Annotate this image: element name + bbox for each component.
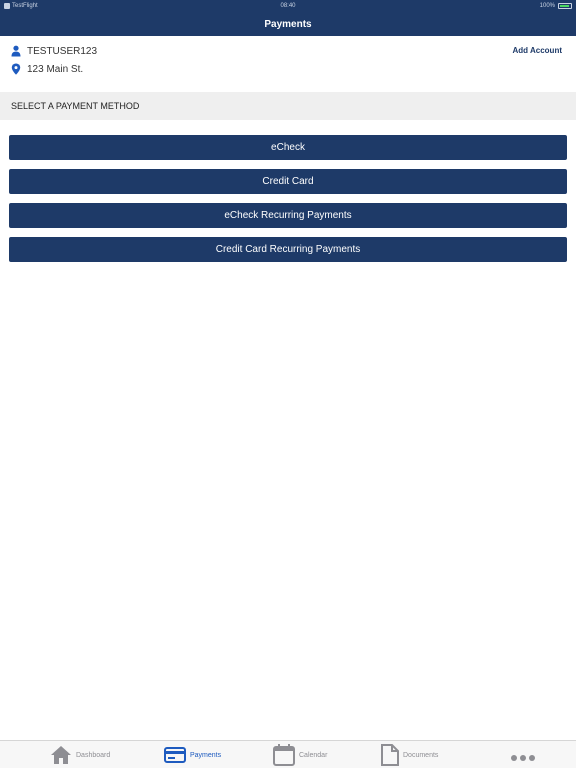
add-account-button[interactable]: Add Account	[513, 46, 562, 55]
credit-card-button-label: Credit Card	[262, 176, 314, 187]
echeck-button-label: eCheck	[271, 142, 305, 153]
account-user-row: TESTUSER123	[11, 45, 97, 57]
location-pin-icon	[11, 63, 21, 75]
tab-documents[interactable]: Documents	[381, 741, 438, 768]
tab-payments-label: Payments	[190, 751, 222, 759]
battery-percent: 100%	[539, 3, 555, 9]
status-app-label: TestFlight	[12, 3, 38, 9]
tab-calendar[interactable]: Calendar	[273, 741, 327, 768]
more-dot	[511, 755, 517, 761]
status-right: 100%	[540, 3, 572, 9]
tab-calendar-label: Calendar	[299, 751, 328, 759]
status-left: TestFlight	[4, 3, 38, 9]
credit-card-button[interactable]: Credit Card	[9, 169, 567, 194]
tab-bar: Dashboard Payments Calendar Documents	[0, 740, 576, 768]
status-bar: TestFlight 08:40 100%	[0, 0, 576, 12]
status-time: 08:40	[280, 3, 296, 9]
calendar-icon	[273, 744, 295, 766]
account-address: 123 Main St.	[27, 63, 84, 75]
credit-card-recurring-button[interactable]: Credit Card Recurring Payments	[9, 237, 567, 262]
account-panel: TESTUSER123 123 Main St. Add Account	[0, 36, 576, 92]
page-title: Payments	[264, 18, 312, 30]
payment-methods: eCheck Credit Card eCheck Recurring Paym…	[9, 135, 567, 271]
document-icon	[381, 744, 399, 766]
user-icon	[11, 45, 21, 57]
section-header-label: SELECT A PAYMENT METHOD	[11, 101, 140, 111]
tab-payments[interactable]: Payments	[164, 741, 221, 768]
credit-card-recurring-button-label: Credit Card Recurring Payments	[215, 244, 361, 255]
more-icon[interactable]	[511, 755, 535, 761]
home-icon	[51, 746, 71, 764]
nav-bar: Payments	[0, 12, 576, 36]
account-address-row: 123 Main St.	[11, 63, 83, 75]
more-dot	[520, 755, 526, 761]
echeck-recurring-button-label: eCheck Recurring Payments	[224, 210, 352, 221]
account-username: TESTUSER123	[27, 45, 98, 57]
tab-dashboard-label: Dashboard	[76, 751, 111, 759]
section-header: SELECT A PAYMENT METHOD	[0, 92, 576, 120]
tab-documents-label: Documents	[403, 751, 439, 759]
more-dot	[529, 755, 535, 761]
testflight-icon	[4, 3, 10, 9]
tab-dashboard[interactable]: Dashboard	[50, 741, 110, 768]
credit-card-icon	[164, 747, 186, 763]
battery-icon	[558, 3, 572, 9]
echeck-button[interactable]: eCheck	[9, 135, 567, 160]
echeck-recurring-button[interactable]: eCheck Recurring Payments	[9, 203, 567, 228]
